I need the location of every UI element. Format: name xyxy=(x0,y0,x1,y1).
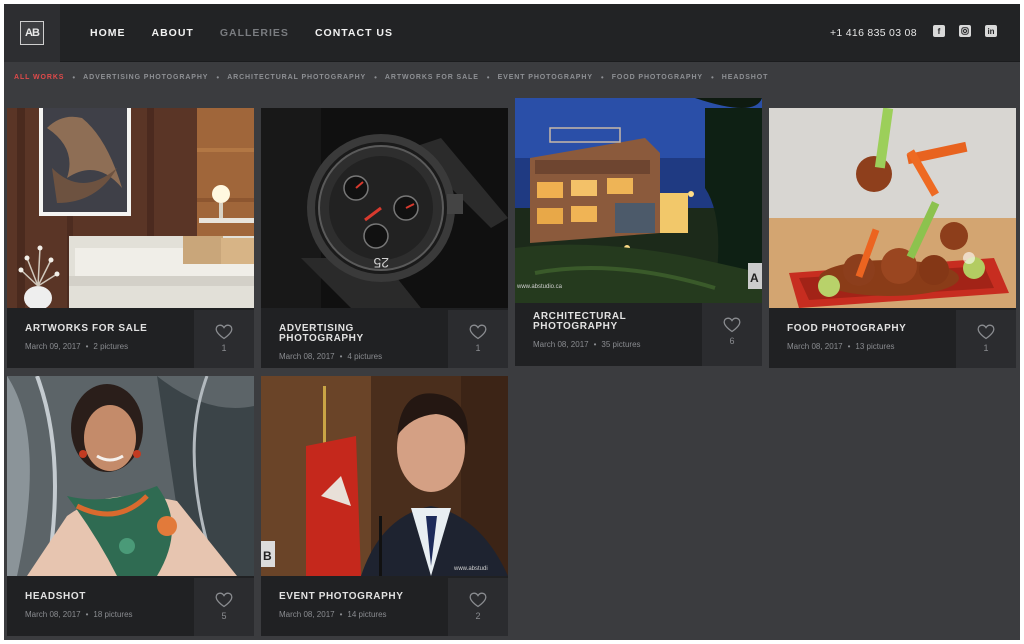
nav-contact[interactable]: CONTACT US xyxy=(315,27,393,39)
gallery-thumbnail[interactable]: B www.abstudi xyxy=(261,376,508,576)
meta-separator: • xyxy=(85,610,89,619)
meta-separator: • xyxy=(339,352,343,361)
card-count: 2 pictures xyxy=(93,342,129,351)
card-meta: March 09, 2017 • 2 pictures xyxy=(25,342,194,351)
like-button[interactable]: 1 xyxy=(448,310,508,368)
filter-separator: • xyxy=(486,73,490,82)
heart-icon xyxy=(723,317,741,333)
filter-event[interactable]: EVENT PHOTOGRAPHY xyxy=(498,74,593,81)
card-meta: March 08, 2017 • 18 pictures xyxy=(25,610,194,619)
like-count: 6 xyxy=(729,336,735,346)
category-filter-bar: ALL WORKS • ADVERTISING PHOTOGRAPHY • AR… xyxy=(14,73,768,82)
card-info: FOOD PHOTOGRAPHY March 08, 2017 • 13 pictu… xyxy=(769,310,956,368)
svg-text:B: B xyxy=(263,549,272,563)
filter-separator: • xyxy=(72,73,76,82)
main-nav: HOME ABOUT GALLERIES CONTACT US xyxy=(90,4,393,62)
gallery-thumbnail[interactable] xyxy=(7,108,254,308)
card-meta: March 08, 2017 • 13 pictures xyxy=(787,342,956,351)
like-button[interactable]: 2 xyxy=(448,578,508,636)
social-links: f in xyxy=(933,25,997,37)
like-button[interactable]: 6 xyxy=(702,303,762,366)
card-date: March 08, 2017 xyxy=(25,610,81,619)
filter-advertising[interactable]: ADVERTISING PHOTOGRAPHY xyxy=(83,74,208,81)
gallery-card-advertising[interactable]: 25 ADVERTISING PHOTOGRAPHY March 08, 201… xyxy=(261,108,508,368)
meta-separator: • xyxy=(85,342,89,351)
nav-about[interactable]: ABOUT xyxy=(152,27,194,39)
card-title[interactable]: ADVERTISING PHOTOGRAPHY xyxy=(279,324,429,344)
heart-icon xyxy=(469,592,487,608)
logo-container[interactable]: AB xyxy=(4,4,60,62)
gallery-thumbnail[interactable]: A www.abstudio.ca xyxy=(515,98,762,303)
watermark-text: www.abstudi xyxy=(453,566,488,572)
like-button[interactable]: 5 xyxy=(194,578,254,636)
like-count: 2 xyxy=(475,611,481,621)
like-count: 5 xyxy=(221,611,227,621)
card-count: 13 pictures xyxy=(855,342,895,351)
card-title[interactable]: HEADSHOT xyxy=(25,592,175,602)
nav-home[interactable]: HOME xyxy=(90,27,126,39)
card-date: March 08, 2017 xyxy=(279,352,335,361)
card-title[interactable]: FOOD PHOTOGRAPHY xyxy=(787,324,937,334)
card-title[interactable]: ARTWORKS FOR SALE xyxy=(25,324,175,334)
watermark-text: www.abstudio.ca xyxy=(516,284,563,290)
filter-food[interactable]: FOOD PHOTOGRAPHY xyxy=(612,74,703,81)
like-count: 1 xyxy=(475,343,481,353)
filter-architectural[interactable]: ARCHITECTURAL PHOTOGRAPHY xyxy=(227,74,366,81)
phone-number[interactable]: +1 416 835 03 08 xyxy=(830,4,917,62)
instagram-icon[interactable] xyxy=(959,25,971,37)
card-count: 18 pictures xyxy=(93,610,133,619)
card-info: EVENT PHOTOGRAPHY March 08, 2017 • 14 pict… xyxy=(261,578,448,636)
meta-separator: • xyxy=(593,340,597,349)
card-info: ADVERTISING PHOTOGRAPHY March 08, 2017 • 4… xyxy=(261,310,448,368)
svg-text:A: A xyxy=(750,271,759,285)
gallery-card-event[interactable]: B www.abstudi EVENT PHOTOGRAPHY March 08… xyxy=(261,376,508,636)
page-frame: AB HOME ABOUT GALLERIES CONTACT US +1 41… xyxy=(4,4,1020,640)
filter-separator: • xyxy=(216,73,220,82)
like-count: 1 xyxy=(221,343,227,353)
linkedin-icon[interactable]: in xyxy=(985,25,997,37)
card-count: 35 pictures xyxy=(601,340,641,349)
facebook-icon[interactable]: f xyxy=(933,25,945,37)
gallery-thumbnail[interactable] xyxy=(7,376,254,576)
meta-separator: • xyxy=(339,610,343,619)
card-date: March 09, 2017 xyxy=(25,342,81,351)
card-title[interactable]: ARCHITECTURAL PHOTOGRAPHY xyxy=(533,312,683,332)
card-meta: March 08, 2017 • 14 pictures xyxy=(279,610,448,619)
logo[interactable]: AB xyxy=(20,21,44,45)
filter-separator: • xyxy=(374,73,377,82)
card-info: HEADSHOT March 08, 2017 • 18 pictures xyxy=(7,578,194,636)
like-button[interactable]: 1 xyxy=(194,310,254,368)
card-info: ARCHITECTURAL PHOTOGRAPHY March 08, 2017… xyxy=(515,303,702,366)
like-count: 1 xyxy=(983,343,989,353)
svg-text:25: 25 xyxy=(373,255,389,271)
heart-icon xyxy=(977,324,995,340)
gallery-card-headshot[interactable]: HEADSHOT March 08, 2017 • 18 pictures 5 xyxy=(7,376,254,636)
filter-separator: • xyxy=(710,73,714,82)
gallery-card-artworks[interactable]: ARTWORKS FOR SALE March 09, 2017 • 2 pictu… xyxy=(7,108,254,368)
gallery-card-food[interactable]: FOOD PHOTOGRAPHY March 08, 2017 • 13 pictu… xyxy=(769,108,1016,368)
card-date: March 08, 2017 xyxy=(533,340,589,349)
filter-artworks[interactable]: ARTWORKS FOR SALE xyxy=(385,74,479,81)
gallery-thumbnail[interactable]: 25 xyxy=(261,108,508,308)
card-date: March 08, 2017 xyxy=(279,610,335,619)
filter-all-works[interactable]: ALL WORKS xyxy=(14,74,64,81)
nav-galleries[interactable]: GALLERIES xyxy=(220,27,289,39)
meta-separator: • xyxy=(847,342,851,351)
card-info: ARTWORKS FOR SALE March 09, 2017 • 2 pictu… xyxy=(7,310,194,368)
card-count: 4 pictures xyxy=(347,352,383,361)
like-button[interactable]: 1 xyxy=(956,310,1016,368)
card-count: 14 pictures xyxy=(347,610,387,619)
card-meta: March 08, 2017 • 4 pictures xyxy=(279,352,448,361)
heart-icon xyxy=(469,324,487,340)
filter-headshot[interactable]: HEADSHOT xyxy=(722,74,768,81)
filter-separator: • xyxy=(600,73,604,82)
card-title[interactable]: EVENT PHOTOGRAPHY xyxy=(279,592,429,602)
heart-icon xyxy=(215,592,233,608)
gallery-thumbnail[interactable] xyxy=(769,108,1016,308)
card-meta: March 08, 2017 • 35 pictures xyxy=(533,340,702,349)
header-bar: AB HOME ABOUT GALLERIES CONTACT US +1 41… xyxy=(4,4,1020,62)
card-date: March 08, 2017 xyxy=(787,342,843,351)
gallery-card-architectural[interactable]: A www.abstudio.ca ARCHITECTURAL PHOTOGRA… xyxy=(515,98,762,366)
heart-icon xyxy=(215,324,233,340)
